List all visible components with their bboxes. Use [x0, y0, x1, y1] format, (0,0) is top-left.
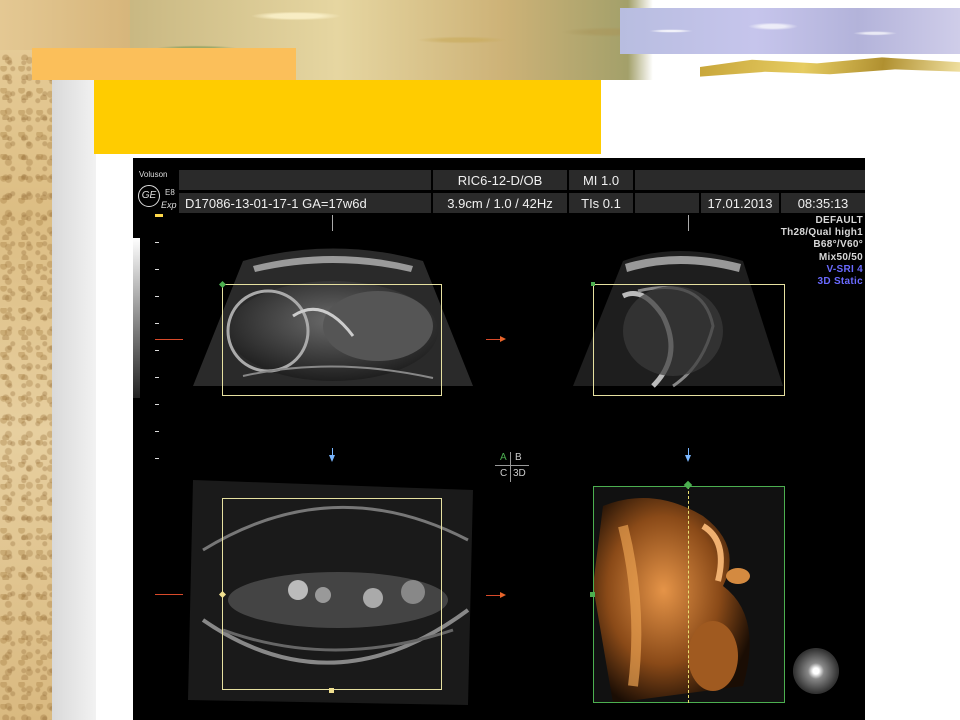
header-blank-right	[635, 170, 865, 190]
ge-logo-icon: GE	[138, 185, 160, 207]
ref-line-a	[332, 215, 333, 231]
param-preset: DEFAULT	[815, 215, 863, 226]
time-label: 08:35:13	[797, 195, 849, 211]
quadrant-key-a: A	[500, 452, 507, 463]
ref-marker-c-left	[155, 594, 183, 595]
tis-label: TIs 0.1	[569, 193, 635, 213]
device-logo: Voluson GE E8 Exp	[137, 170, 177, 216]
quadrant-key[interactable]: A B C 3D	[495, 452, 531, 482]
depth-freq-label: 3.9cm / 1.0 / 42Hz	[433, 193, 569, 213]
param-angles: B68°/V60°	[813, 239, 863, 251]
cut-line[interactable]	[688, 486, 689, 703]
probe-label: RIC6-12-D/OB	[433, 170, 569, 190]
view-orb-icon[interactable]	[793, 648, 839, 694]
header-blank-mid	[635, 193, 701, 213]
date-label: 17.01.2013	[701, 193, 781, 213]
patient-id-label: D17086-13-01-17-1 GA=17w6d	[179, 193, 433, 213]
param-quality: Th28/Qual high1	[780, 227, 863, 239]
roi-handle-b[interactable]	[591, 282, 595, 286]
ref-line-c	[332, 448, 333, 456]
brand-label: Voluson	[139, 170, 168, 179]
roi-box-c[interactable]	[222, 498, 442, 690]
ref-line-d	[688, 448, 689, 456]
arrow-right-icon	[500, 336, 506, 342]
title-placeholder[interactable]	[94, 80, 601, 154]
accent-bar	[32, 48, 296, 80]
shadow-panel	[52, 80, 96, 720]
header-blank	[179, 170, 433, 190]
grayscale-bar	[133, 238, 140, 398]
edition-label: Exp	[161, 200, 177, 210]
arrow-down-icon	[329, 455, 335, 462]
roi-box-a[interactable]	[222, 284, 442, 396]
mi-label: MI 1.0	[569, 170, 635, 190]
parchment-corner	[0, 0, 135, 50]
quadrant-key-c: C	[500, 468, 508, 479]
model-label: E8	[165, 188, 175, 197]
parameter-list: DEFAULT Th28/Qual high1 B68°/V60° Mix50/…	[781, 215, 863, 288]
floral-banner-flowers	[620, 8, 960, 54]
ultrasound-screen: Voluson GE E8 Exp RIC6-12-D/OB MI 1.0 D1…	[133, 158, 865, 720]
quadrant-key-b: B	[515, 452, 522, 463]
ref-marker-c-right	[486, 595, 500, 596]
parchment-border	[0, 0, 52, 720]
ref-marker-a-right	[486, 339, 500, 340]
roi-handle-d[interactable]	[590, 592, 595, 597]
param-mode: 3D Static	[817, 276, 863, 288]
roi-box-b[interactable]	[593, 284, 785, 396]
header-row-1: RIC6-12-D/OB MI 1.0	[179, 170, 865, 190]
roi-handle-c-bottom[interactable]	[329, 688, 334, 693]
quadrant-key-d: 3D	[513, 468, 526, 479]
arrow-right-icon	[500, 592, 506, 598]
param-mix: Mix50/50	[818, 251, 863, 263]
ref-line-b	[688, 215, 689, 231]
ref-marker-a-left	[155, 339, 183, 340]
arrow-down-icon	[685, 455, 691, 462]
header-row-2: D17086-13-01-17-1 GA=17w6d 3.9cm / 1.0 /…	[179, 193, 865, 213]
param-render-mode: V-SRI 4	[826, 263, 863, 275]
roi-box-3d[interactable]	[593, 486, 785, 703]
